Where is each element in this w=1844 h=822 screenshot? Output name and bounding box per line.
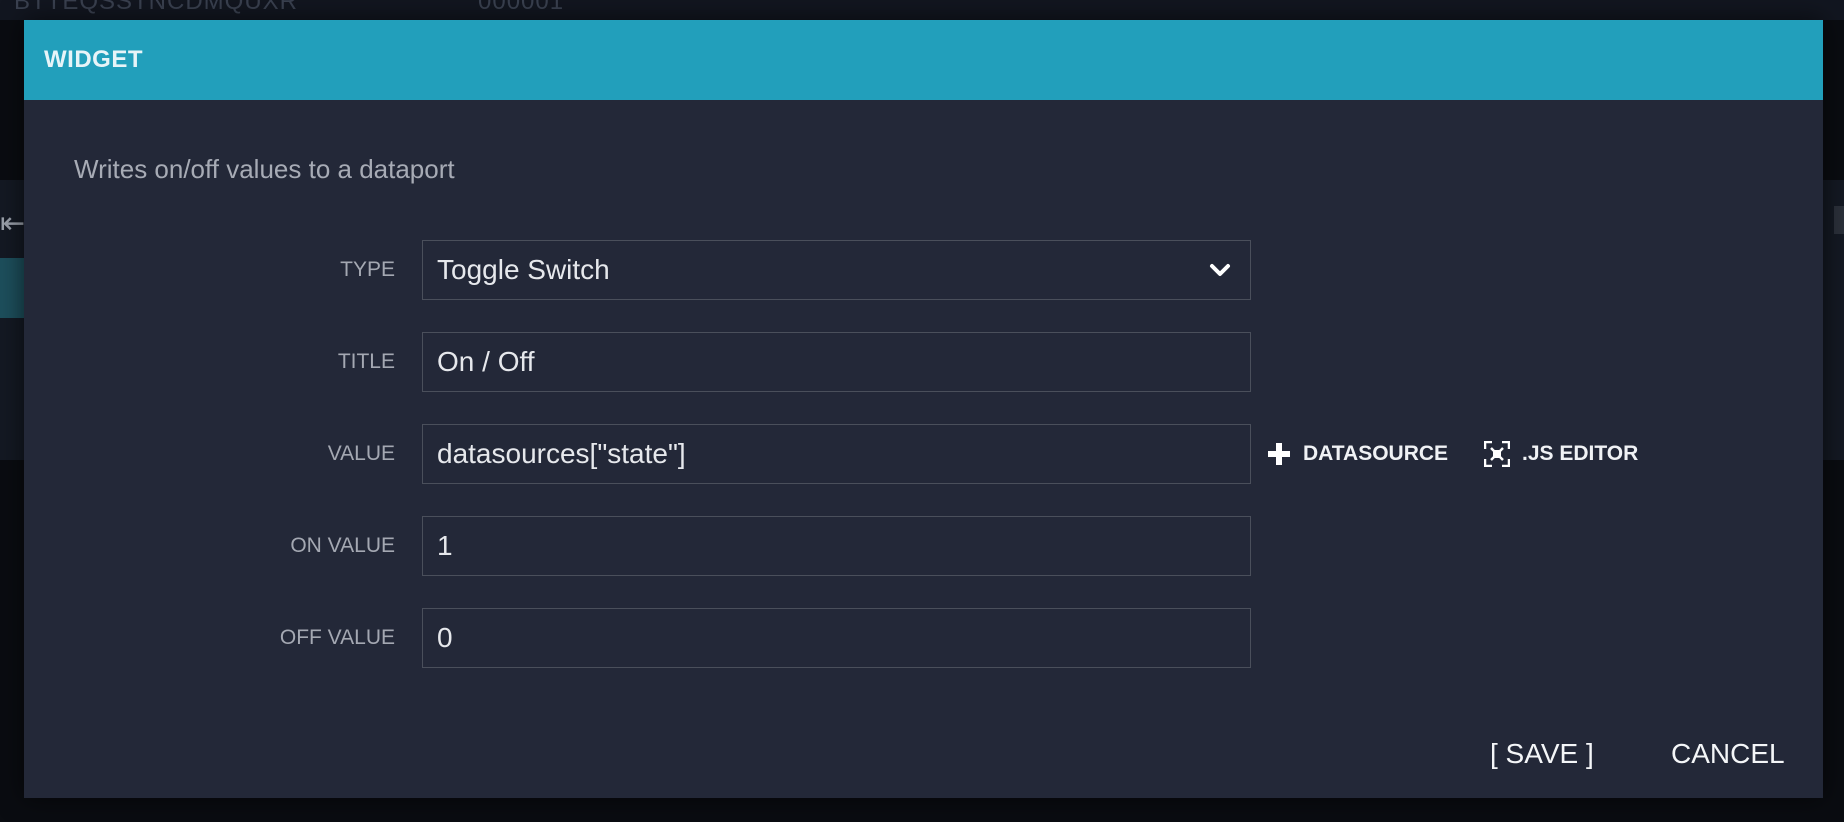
value-input-value: datasources["state"] bbox=[437, 438, 686, 469]
title-label: TITLE bbox=[337, 350, 395, 373]
type-label: TYPE bbox=[340, 258, 395, 281]
value-row: VALUE datasources["state"] DATASOURCE .J… bbox=[24, 424, 1823, 484]
title-input-value: On / Off bbox=[437, 346, 535, 377]
title-row: TITLE On / Off bbox=[24, 332, 1823, 392]
on-value-row: ON VALUE 1 bbox=[24, 516, 1823, 576]
on-value-label: ON VALUE bbox=[290, 534, 395, 557]
on-value-input-value: 1 bbox=[437, 530, 453, 561]
js-editor-label: .JS EDITOR bbox=[1522, 442, 1639, 465]
dialog-header: WIDGET bbox=[24, 20, 1823, 100]
title-input[interactable]: On / Off bbox=[422, 332, 1251, 392]
plus-icon bbox=[1268, 443, 1290, 465]
js-editor-button[interactable]: .JS EDITOR bbox=[1484, 424, 1638, 484]
chevron-down-icon bbox=[1210, 264, 1230, 276]
type-row: TYPE Toggle Switch bbox=[24, 240, 1823, 300]
off-value-row: OFF VALUE 0 bbox=[24, 608, 1823, 668]
background-text-id: BTTEQSSTNCDMQUXR bbox=[14, 0, 299, 15]
cancel-button[interactable]: CANCEL bbox=[1671, 738, 1785, 770]
expand-icon bbox=[1484, 441, 1510, 467]
value-label: VALUE bbox=[327, 442, 395, 465]
save-button[interactable]: [ SAVE ] bbox=[1490, 738, 1594, 770]
dialog-title: WIDGET bbox=[44, 46, 143, 73]
widget-dialog: WIDGET Writes on/off values to a datapor… bbox=[24, 20, 1823, 798]
background-header-strip: BTTEQSSTNCDMQUXR 000001 bbox=[0, 0, 1844, 20]
dialog-description: Writes on/off values to a dataport bbox=[74, 154, 455, 184]
background-text-count: 000001 bbox=[478, 0, 565, 15]
add-datasource-button[interactable]: DATASOURCE bbox=[1267, 424, 1448, 484]
on-value-input[interactable]: 1 bbox=[422, 516, 1251, 576]
off-value-input-value: 0 bbox=[437, 622, 453, 653]
background-back-arrow-icon: ⇤ bbox=[0, 207, 26, 240]
off-value-label: OFF VALUE bbox=[279, 626, 395, 649]
off-value-input[interactable]: 0 bbox=[422, 608, 1251, 668]
type-select[interactable]: Toggle Switch bbox=[422, 240, 1251, 300]
type-select-value: Toggle Switch bbox=[437, 254, 610, 285]
background-scroll-handle bbox=[1834, 206, 1844, 234]
add-datasource-label: DATASOURCE bbox=[1303, 442, 1449, 465]
value-input[interactable]: datasources["state"] bbox=[422, 424, 1251, 484]
